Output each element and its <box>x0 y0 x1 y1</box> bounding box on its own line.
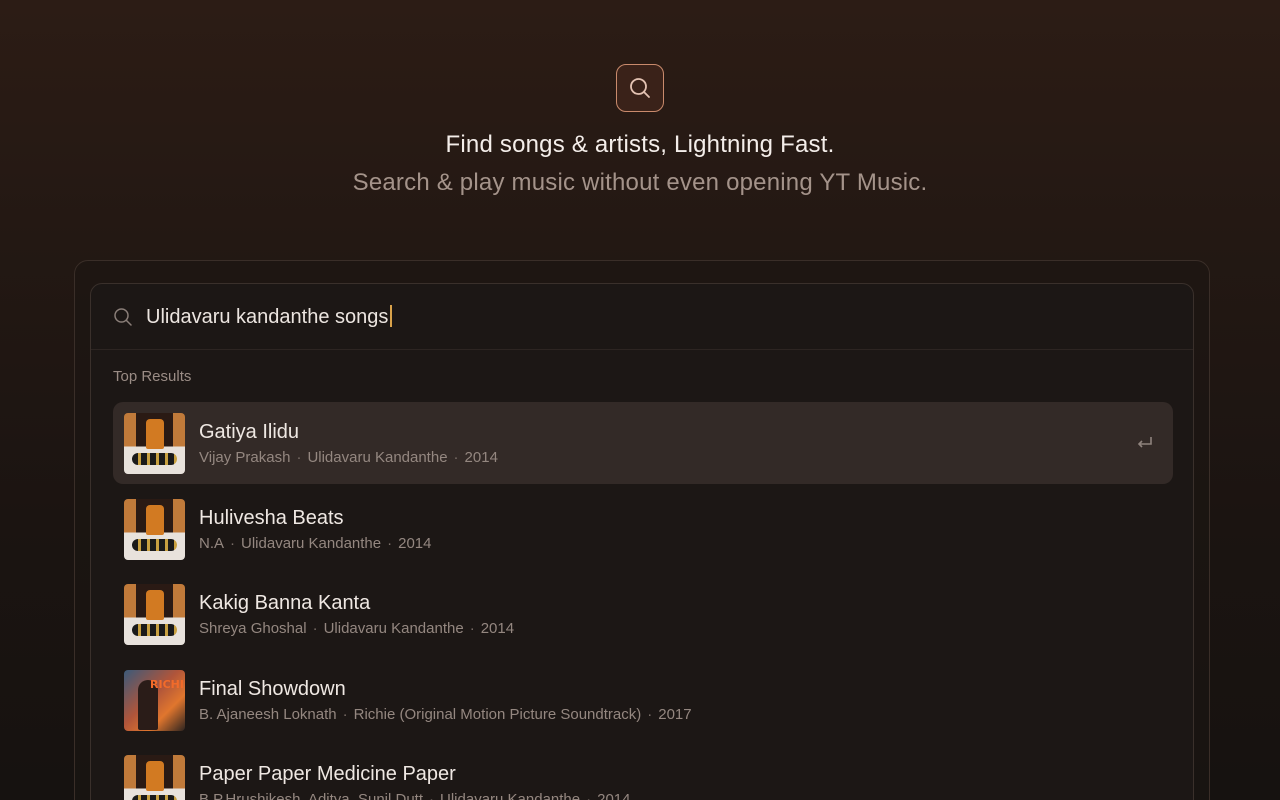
search-icon <box>630 78 650 98</box>
result-row[interactable]: Final Showdown B. Ajaneesh Loknath · Richi… <box>113 659 1173 741</box>
separator-dot: · <box>453 449 459 466</box>
album-art-thumbnail <box>124 584 185 646</box>
track-year: 2014 <box>464 449 498 466</box>
track-year: 2014 <box>480 620 515 638</box>
track-meta: B. Ajaneesh Loknath · Richie (Original Mot… <box>199 706 692 723</box>
album-art-thumbnail <box>124 669 185 731</box>
track-year: 2014 <box>597 791 631 800</box>
track-artist: B. Ajaneesh Loknath <box>199 705 337 723</box>
hero-search-icon <box>616 64 664 112</box>
separator-dot: · <box>312 620 318 638</box>
track-album: Ulidavaru Kandanthe <box>307 449 448 466</box>
separator-dot: · <box>342 705 348 723</box>
result-row[interactable]: Gatiya Ilidu Vijay Prakash · Ulidavaru Kan… <box>113 402 1173 484</box>
separator-dot: · <box>230 534 236 552</box>
track-title: Hulivesha Beats <box>199 506 344 529</box>
result-row[interactable]: Hulivesha Beats N.A · Ulidavaru Kandanthe ·… <box>113 488 1173 570</box>
track-album: Ulidavaru Kandanthe <box>241 534 382 552</box>
search-panel: Ulidavaru kandanthe songs Top Results Ga… <box>90 283 1194 800</box>
search-bar[interactable]: Ulidavaru kandanthe songs <box>91 284 1193 350</box>
separator-dot: · <box>296 449 302 466</box>
search-icon <box>113 307 133 327</box>
track-meta: Vijay Prakash · Ulidavaru Kandanthe · 2014 <box>199 449 498 466</box>
result-row[interactable]: Kakig Banna Kanta Shreya Ghoshal · Ulidava… <box>113 573 1173 655</box>
track-meta: B.P.Hrushikesh, Aditya, Sunil Dutt · Ulida… <box>199 791 631 800</box>
track-artist: Vijay Prakash <box>199 449 291 466</box>
album-art-thumbnail <box>124 498 185 560</box>
text-caret <box>390 305 393 327</box>
hero-title: Find songs & artists, Lightning Fast. <box>445 131 835 158</box>
track-title: Paper Paper Medicine Paper <box>199 763 456 786</box>
results-list: Gatiya Ilidu Vijay Prakash · Ulidavaru Kan… <box>113 402 1173 800</box>
track-album: Ulidavaru Kandanthe <box>323 620 464 638</box>
track-title: Final Showdown <box>199 677 346 700</box>
track-artist: Shreya Ghoshal <box>199 620 307 638</box>
track-year: 2014 <box>398 534 432 552</box>
separator-dot: · <box>586 791 592 800</box>
separator-dot: · <box>429 791 435 800</box>
track-album: Richie (Original Motion Picture Soundtra… <box>353 705 642 723</box>
search-query: Ulidavaru kandanthe songs <box>146 306 389 328</box>
return-key-icon <box>1135 434 1155 452</box>
track-title: Kakig Banna Kanta <box>199 592 371 615</box>
track-artist: N.A <box>199 534 225 552</box>
result-row[interactable]: Paper Paper Medicine Paper B.P.Hrushikes… <box>113 744 1173 800</box>
separator-dot: · <box>647 705 653 723</box>
track-artist: B.P.Hrushikesh, Aditya, Sunil Dutt <box>199 791 424 800</box>
track-meta: Shreya Ghoshal · Ulidavaru Kandanthe · 2014 <box>199 620 514 637</box>
separator-dot: · <box>469 620 475 638</box>
search-input[interactable]: Ulidavaru kandanthe songs <box>146 305 393 329</box>
hero-subtitle: Search & play music without even opening… <box>352 169 928 196</box>
separator-dot: · <box>387 534 393 552</box>
track-album: Ulidavaru Kandanthe <box>440 791 581 800</box>
track-meta: N.A · Ulidavaru Kandanthe · 2014 <box>199 535 432 552</box>
section-label: Top Results <box>113 368 192 385</box>
album-art-thumbnail <box>124 755 185 800</box>
track-year: 2017 <box>658 705 692 723</box>
track-title: Gatiya Ilidu <box>199 421 300 443</box>
album-art-thumbnail <box>124 413 185 474</box>
